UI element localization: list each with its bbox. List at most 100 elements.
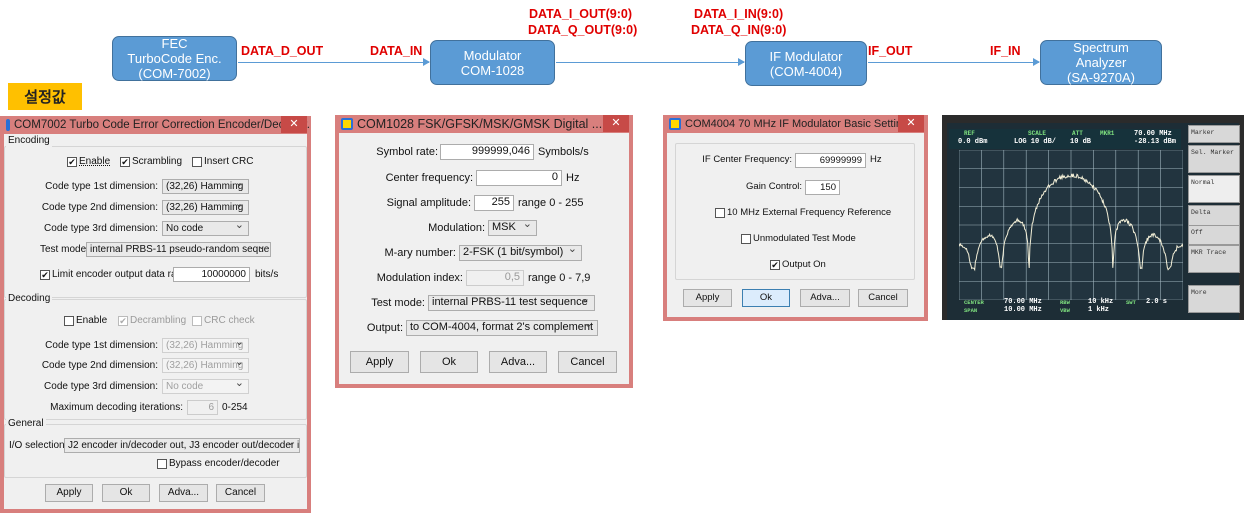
field-label: Code type 1st dimension: xyxy=(4,339,158,353)
block-label: Modulator xyxy=(461,48,525,63)
checkbox-label: Enable xyxy=(76,314,107,328)
gain-input[interactable]: 150 xyxy=(805,180,840,195)
dec-code2-select[interactable]: (32,26) Hamming xyxy=(162,358,249,373)
close-icon[interactable]: ✕ xyxy=(898,115,924,132)
ok-button[interactable]: Ok xyxy=(102,484,150,502)
field-label: Modulation index: xyxy=(339,271,463,285)
field-label: Code type 1st dimension: xyxy=(4,180,158,194)
close-icon[interactable]: ✕ xyxy=(281,116,307,133)
signal-label: DATA_Q_IN(9:0) xyxy=(691,23,786,37)
dec-code1-select[interactable]: (32,26) Hamming xyxy=(162,338,249,353)
if-frequency-input[interactable]: 69999999 xyxy=(795,153,866,168)
modulation-select[interactable]: MSK xyxy=(488,220,537,236)
io-selection-select[interactable]: J2 encoder in/decoder out, J3 encoder ou… xyxy=(64,438,300,453)
output-on-checkbox[interactable]: ✔ xyxy=(770,260,780,270)
field-label: IF Center Frequency: xyxy=(667,153,792,167)
field-label: Code type 3rd dimension: xyxy=(4,222,158,236)
block-label: Spectrum xyxy=(1067,40,1135,55)
scrambling-checkbox[interactable]: ✔ xyxy=(120,157,130,167)
enc-code1-select[interactable]: (32,26) Hamming xyxy=(162,179,249,194)
app-icon xyxy=(341,118,353,130)
signal-label: DATA_I_OUT(9:0) xyxy=(529,7,632,21)
cancel-button[interactable]: Cancel xyxy=(216,484,265,502)
block-label: Analyzer xyxy=(1067,55,1135,70)
decrambling-checkbox[interactable]: ✔ xyxy=(118,316,128,326)
block-label: FEC xyxy=(127,36,221,51)
output-select[interactable]: to COM-4004, format 2's complement xyxy=(406,320,598,336)
group-legend: Encoding xyxy=(6,135,52,147)
ok-button[interactable]: Ok xyxy=(742,289,790,307)
signal-label: DATA_Q_OUT(9:0) xyxy=(528,23,637,37)
bypass-checkbox[interactable] xyxy=(157,459,167,469)
marker-label: MKR1 xyxy=(1100,130,1114,137)
data-rate-input[interactable]: 10000000 xyxy=(173,267,250,282)
field-label: Code type 3rd dimension: xyxy=(4,380,158,394)
ref-value: 0.0 dBm xyxy=(958,138,987,146)
field-label: Test mode: xyxy=(40,243,89,257)
apply-button[interactable]: Apply xyxy=(683,289,732,307)
center-frequency-input[interactable]: 0 xyxy=(476,170,562,186)
softkey-sel-marker: Sel. Marker xyxy=(1188,145,1240,173)
arrow xyxy=(556,62,744,63)
title-bar: COM4004 70 MHz IF Modulator Basic Settin… xyxy=(663,115,928,133)
field-label: Modulation: xyxy=(339,221,485,235)
enable-checkbox[interactable]: ✔ xyxy=(67,157,77,167)
checkbox-label: Insert CRC xyxy=(204,155,253,169)
cancel-button[interactable]: Cancel xyxy=(858,289,908,307)
checkbox-label: 10 MHz External Frequency Reference xyxy=(727,206,891,220)
rbw-value: 10 kHz xyxy=(1088,298,1113,306)
range-label: range 0 - 7,9 xyxy=(528,271,590,285)
cancel-button[interactable]: Cancel xyxy=(558,351,617,373)
block-label: TurboCode Enc. xyxy=(127,51,221,66)
apply-button[interactable]: Apply xyxy=(45,484,93,502)
signal-label: DATA_IN xyxy=(370,44,422,58)
unit-label: Symbols/s xyxy=(538,145,589,159)
advanced-button[interactable]: Adva... xyxy=(159,484,208,502)
mary-select[interactable]: 2-FSK (1 bit/symbol) xyxy=(459,245,582,261)
modulation-index-input[interactable]: 0,5 xyxy=(466,270,524,286)
dec-enable-checkbox[interactable] xyxy=(64,316,74,326)
span-value: 10.00 MHz xyxy=(1004,306,1042,314)
iterations-input[interactable]: 6 xyxy=(187,400,218,415)
range-label: 0-254 xyxy=(222,401,248,415)
test-mode-select[interactable]: internal PRBS-11 test sequence xyxy=(428,295,595,311)
spectrum-plot xyxy=(959,150,1183,300)
vbw-label: VBW xyxy=(1060,307,1070,314)
advanced-button[interactable]: Adva... xyxy=(800,289,850,307)
block-label: IF Modulator xyxy=(770,49,843,64)
dialog-title: COM4004 70 MHz IF Modulator Basic Settin… xyxy=(685,118,911,130)
ext-ref-checkbox[interactable] xyxy=(715,208,725,218)
scale-label: SCALE xyxy=(1028,130,1046,137)
swt-label: SWT xyxy=(1126,299,1136,306)
enc-test-mode-select[interactable]: internal PRBS-11 pseudo-random sequence xyxy=(86,242,271,257)
dec-code3-select[interactable]: No code xyxy=(162,379,249,394)
field-label: M-ary number: xyxy=(339,246,456,260)
title-bar: COM1028 FSK/GFSK/MSK/GMSK Digital ... ✕ xyxy=(335,115,633,133)
limit-rate-checkbox[interactable]: ✔ xyxy=(40,270,50,280)
field-label: Code type 2nd dimension: xyxy=(4,359,158,373)
field-label: Signal amplitude: xyxy=(339,196,471,210)
close-icon[interactable]: ✕ xyxy=(603,115,629,132)
enc-code3-select[interactable]: No code xyxy=(162,221,249,236)
advanced-button[interactable]: Adva... xyxy=(489,351,547,373)
checkbox-label: Output On xyxy=(782,258,826,272)
dialog-title: COM1028 FSK/GFSK/MSK/GMSK Digital ... xyxy=(357,117,602,131)
symbol-rate-input[interactable]: 999999,046 xyxy=(440,144,534,160)
scale-value: LOG 10 dB/ xyxy=(1014,138,1056,146)
field-label: I/O selection: xyxy=(9,439,67,453)
softkey-marker: Marker xyxy=(1188,125,1240,143)
center-label: CENTER xyxy=(964,299,984,306)
enc-code2-select[interactable]: (32,26) Hamming xyxy=(162,200,249,215)
unit-label: Hz xyxy=(566,171,579,185)
arrow xyxy=(238,62,429,63)
span-label: SPAN xyxy=(964,307,977,314)
unmodulated-checkbox[interactable] xyxy=(741,234,751,244)
amplitude-input[interactable]: 255 xyxy=(474,195,514,211)
group-legend: Decoding xyxy=(6,293,52,305)
crc-check-checkbox[interactable] xyxy=(192,316,202,326)
com7002-dialog: COM7002 Turbo Code Error Correction Enco… xyxy=(0,116,311,513)
apply-button[interactable]: Apply xyxy=(350,351,409,373)
insert-crc-checkbox[interactable] xyxy=(192,157,202,167)
ok-button[interactable]: Ok xyxy=(420,351,478,373)
checkbox-label: Unmodulated Test Mode xyxy=(753,232,856,246)
